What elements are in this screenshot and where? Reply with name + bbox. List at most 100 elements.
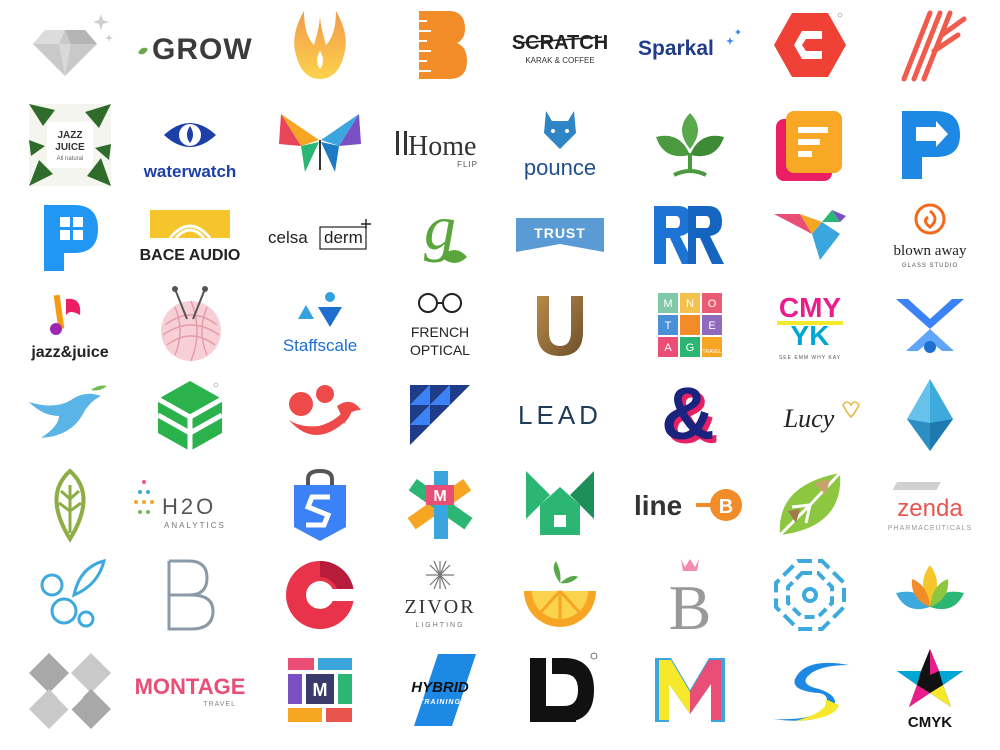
diamond-arrows-logo bbox=[10, 645, 130, 735]
zivor-title: ZIVOR bbox=[404, 596, 475, 618]
blown-sub: GLASS STUDIO bbox=[902, 263, 958, 269]
hybrid-training-logo: HYBRID TRAINING bbox=[380, 645, 500, 735]
green-hexagon-logo bbox=[130, 370, 250, 460]
s-swoosh-logo bbox=[750, 645, 870, 735]
b-ruler-logo bbox=[380, 0, 500, 90]
bace-text: BACE AUDIO bbox=[140, 247, 241, 264]
home-flip-logo: Home FLIP bbox=[380, 100, 500, 190]
zivor-lighting-logo: ZIVOR LIGHTING bbox=[380, 550, 500, 640]
h2o-analytics-logo: H2O ANALYTICS bbox=[130, 460, 250, 550]
butterfly-icon bbox=[279, 114, 361, 172]
letter-c-circle-icon bbox=[286, 561, 356, 629]
jazz-box-line2: JUICE bbox=[55, 142, 85, 153]
staffscale-text: Staffscale bbox=[283, 336, 357, 355]
montage-sq-letter: T bbox=[665, 320, 672, 332]
c-logo-red bbox=[750, 0, 870, 90]
montage-sq-letter: G bbox=[686, 342, 695, 354]
concentric-logo bbox=[750, 550, 870, 640]
lucy-text: Lucy bbox=[783, 404, 835, 433]
x-people-logo bbox=[870, 280, 990, 370]
people-x-icon bbox=[896, 299, 964, 353]
montage-sq-letter: A bbox=[664, 342, 672, 354]
montage-sq-letter: O bbox=[708, 298, 717, 310]
celsa-b: derm bbox=[324, 228, 363, 247]
smile-bubble-icon bbox=[289, 385, 361, 435]
chat-smile-logo bbox=[260, 370, 380, 460]
document-f-logo bbox=[750, 100, 870, 190]
cmyk-star-logo: CMYK bbox=[870, 645, 990, 735]
lineb-b: B bbox=[719, 496, 733, 518]
crown-letter-b-icon: B bbox=[669, 559, 711, 643]
montage-sub: TRAVEL bbox=[203, 701, 236, 708]
letter-p-grid-icon bbox=[44, 205, 98, 271]
flame-logo bbox=[260, 0, 380, 90]
pounce-logo: pounce bbox=[500, 100, 620, 190]
diamond-icon bbox=[33, 14, 113, 76]
montage-title: MONTAGE bbox=[135, 674, 246, 699]
leaf-mosaic-icon bbox=[778, 471, 842, 537]
swallow-bird-icon bbox=[29, 385, 107, 438]
montage-sq-letter: E bbox=[708, 320, 715, 332]
butterfly-logo bbox=[260, 100, 380, 190]
french-optical-logo: FRENCH OPTICAL bbox=[380, 280, 500, 370]
m-weave-logo: M bbox=[380, 460, 500, 550]
cmyk-square-logo: CMY YK SEE EMM WHY KAY bbox=[750, 280, 870, 370]
shopping-bag-logo bbox=[260, 460, 380, 550]
leaf-mosaic-logo bbox=[750, 460, 870, 550]
green-hexagon-leaf-icon bbox=[156, 381, 224, 451]
sprout-logo bbox=[630, 100, 750, 190]
gold-letter-u-icon bbox=[537, 296, 583, 356]
staffscale-logo: Staffscale bbox=[260, 280, 380, 370]
letter-b-ruler-icon bbox=[419, 11, 467, 79]
h2o-sub: ANALYTICS bbox=[164, 521, 226, 530]
montage-sq-sub: TRAVEL bbox=[702, 349, 721, 355]
montage-sq-letter: M bbox=[663, 298, 672, 310]
blown-away-logo: blown away GLASS STUDIO bbox=[870, 190, 990, 280]
sparkal-logo: Sparkal bbox=[630, 0, 750, 90]
trust-text: TRUST bbox=[534, 225, 586, 241]
water-drop-logo bbox=[870, 370, 990, 460]
lotus-icon bbox=[896, 565, 964, 610]
scratch-sub: KARAK & COFFEE bbox=[525, 56, 594, 65]
document-icon bbox=[776, 111, 842, 181]
french-l2: OPTICAL bbox=[410, 342, 470, 358]
p-grid-logo bbox=[10, 190, 130, 280]
scratch-logo: SCRATCH KARAK & COFFEE bbox=[500, 0, 620, 90]
blown-title: blown away bbox=[894, 243, 967, 259]
yarn-ball-icon bbox=[161, 286, 221, 362]
gold-u-logo bbox=[500, 280, 620, 370]
water-drop-icon bbox=[907, 379, 953, 451]
svg-text:&: & bbox=[661, 372, 714, 455]
lineb-text: line bbox=[634, 490, 682, 521]
lotus-logo bbox=[870, 550, 990, 640]
h2o-title: H2O bbox=[162, 494, 216, 519]
green-houses-logo bbox=[500, 460, 620, 550]
trust-logo: TRUST bbox=[500, 190, 620, 280]
grow-text: GROW bbox=[152, 33, 253, 66]
letter-b-outline-icon bbox=[167, 559, 215, 631]
shopping-bag-icon bbox=[294, 468, 346, 541]
sprout-icon bbox=[656, 113, 724, 177]
ld-logo bbox=[500, 645, 620, 735]
jazzjuice-text: jazz&juice bbox=[30, 344, 108, 361]
bubbles-icon bbox=[40, 558, 107, 628]
ampersand-icon: & & bbox=[661, 372, 718, 459]
double-r-icon bbox=[654, 206, 724, 264]
c-circle-logo bbox=[260, 550, 380, 640]
bace-audio-logo: BACE AUDIO bbox=[130, 190, 250, 280]
rr-logo bbox=[630, 190, 750, 280]
waterwatch-text: waterwatch bbox=[143, 162, 237, 181]
houses-icon bbox=[526, 471, 594, 535]
jazz-and-juice-logo: jazz&juice bbox=[10, 280, 130, 370]
lucy-logo: Lucy bbox=[750, 370, 870, 460]
lead-logo: LEAD bbox=[500, 370, 620, 460]
p-arrow-logo bbox=[870, 100, 990, 190]
grow-logo: GROW bbox=[130, 0, 253, 90]
g-leaf-logo: g bbox=[380, 190, 500, 280]
montage-travel-logo: MONTAGE TRAVEL bbox=[130, 645, 250, 735]
hybrid-sub: TRAINING bbox=[419, 699, 461, 706]
line-b-logo: line B bbox=[630, 460, 750, 550]
orange-slice-icon bbox=[524, 561, 596, 627]
swallow-logo bbox=[10, 370, 130, 460]
orange-slice-logo bbox=[500, 550, 620, 640]
